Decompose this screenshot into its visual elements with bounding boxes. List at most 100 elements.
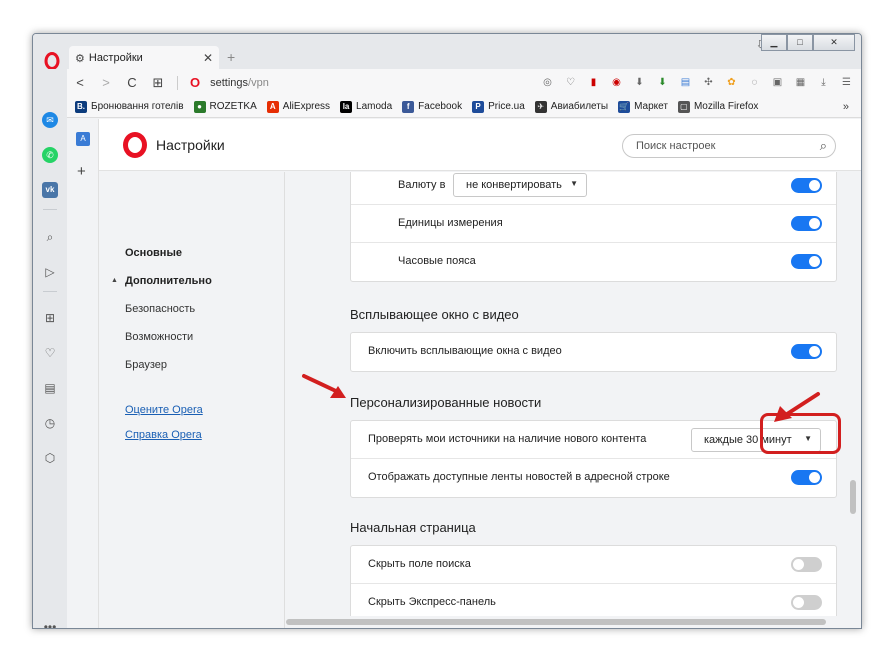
- help-opera-link[interactable]: Справка Opera: [125, 429, 202, 441]
- whatsapp-icon[interactable]: ✆: [42, 147, 58, 163]
- tab-settings[interactable]: ⚙ Настройки ✕: [69, 46, 219, 70]
- search-input[interactable]: Поиск настроек ⌕: [622, 134, 836, 158]
- region-card: Валюту в не конвертировать ▼ Единицы изм…: [350, 172, 837, 282]
- bookmark-item[interactable]: f Facebook: [402, 100, 462, 113]
- currency-value: не конвертировать: [466, 179, 562, 191]
- bookmark-item[interactable]: ● ROZETKA: [193, 100, 257, 113]
- bookmark-label: ROZETKA: [209, 101, 257, 112]
- bookmark-label: Lamoda: [356, 101, 393, 112]
- hide-speed-dial-toggle[interactable]: [791, 595, 822, 610]
- horizontal-scrollbar[interactable]: [286, 616, 845, 628]
- bookmark-favicon-icon: A: [266, 100, 279, 113]
- currency-toggle[interactable]: [791, 178, 822, 193]
- extensions-icon[interactable]: ⬡: [42, 450, 58, 466]
- downloads-icon[interactable]: ⤓: [817, 76, 830, 89]
- download-ext-icon[interactable]: ⬇: [633, 76, 646, 89]
- news-show-toggle[interactable]: [791, 470, 822, 485]
- maximize-button[interactable]: □: [787, 34, 813, 51]
- divider: [177, 75, 178, 90]
- bookmark-ext-icon[interactable]: ▮: [587, 76, 600, 89]
- image-ext-icon[interactable]: ▣: [771, 76, 784, 89]
- add-icon[interactable]: +: [77, 163, 86, 180]
- minimize-button[interactable]: ▁: [761, 34, 787, 51]
- history-icon[interactable]: ◷: [42, 415, 58, 431]
- nav-advanced[interactable]: Дополнительно: [125, 275, 212, 287]
- dropdown-arrow-icon: ▼: [570, 179, 578, 188]
- translate-icon[interactable]: ▤: [679, 76, 692, 89]
- bookmark-item[interactable]: la Lamoda: [340, 100, 393, 113]
- news-check-label: Проверять мои источники на наличие новог…: [368, 433, 647, 445]
- green-down-icon[interactable]: ⬇: [656, 76, 669, 89]
- opera-logo-icon[interactable]: [43, 52, 61, 70]
- vk-icon[interactable]: vk: [42, 182, 58, 198]
- vertical-scrollbar[interactable]: [847, 172, 859, 616]
- tabs-grid-icon[interactable]: ⊞: [145, 75, 171, 91]
- bookmark-item[interactable]: B. Бронювання готелів: [75, 100, 184, 113]
- grid-ext-icon[interactable]: ▦: [794, 76, 807, 89]
- sidebar: ✉ ✆ vk ⌕ ▷ ⊞ ♡ ▤ ◷ ⬡ •••: [33, 69, 67, 628]
- search-icon[interactable]: ⌕: [42, 229, 58, 245]
- send-icon[interactable]: ▷: [42, 264, 58, 280]
- units-label: Единицы измерения: [398, 217, 503, 229]
- more-icon[interactable]: •••: [42, 619, 58, 628]
- bookmark-item[interactable]: P Price.ua: [472, 100, 525, 113]
- chat-icon[interactable]: ◌: [748, 76, 761, 89]
- nav-security[interactable]: Безопасность: [125, 303, 195, 315]
- page-header: Настройки Поиск настроек ⌕: [99, 119, 861, 171]
- messenger-icon[interactable]: ✉: [42, 112, 58, 128]
- bookmark-favicon-icon: la: [340, 100, 353, 113]
- annotation-arrow-right: [774, 392, 820, 422]
- scrollbar-thumb[interactable]: [286, 619, 826, 625]
- puzzle-icon[interactable]: ✣: [702, 76, 715, 89]
- camera-icon[interactable]: ◎: [541, 76, 554, 89]
- url-path: /vpn: [248, 76, 269, 89]
- adblock-icon[interactable]: ◉: [610, 76, 623, 89]
- reload-button[interactable]: C: [119, 75, 145, 90]
- translate-icon[interactable]: A: [76, 132, 90, 146]
- news-icon[interactable]: ▤: [42, 380, 58, 396]
- heart-icon[interactable]: ♡: [564, 76, 577, 89]
- back-button[interactable]: <: [67, 75, 93, 90]
- bookmark-item[interactable]: ✈ Авиабилеты: [534, 100, 609, 113]
- news-section-title: Персонализированные новости: [350, 395, 542, 410]
- page-title: Настройки: [156, 137, 225, 153]
- extension-icons: ◎ ♡ ▮ ◉ ⬇ ⬇ ▤ ✣ ✿ ◌ ▣ ▦ ⤓ ☰: [541, 76, 861, 89]
- yellow-ext-icon[interactable]: ✿: [725, 76, 738, 89]
- heart-icon[interactable]: ♡: [42, 345, 58, 361]
- units-row: Единицы измерения: [351, 205, 836, 243]
- bookmark-favicon-icon: ●: [193, 100, 206, 113]
- nav-features[interactable]: Возможности: [125, 331, 193, 343]
- bookmark-item[interactable]: A AliExpress: [266, 100, 330, 113]
- opera-url-icon: O: [190, 75, 201, 90]
- bookmarks-bar: B. Бронювання готелів ● ROZETKA A AliExpress l…: [67, 96, 861, 118]
- bookmark-item[interactable]: 🛒 Маркет: [618, 100, 668, 113]
- bookmarks-more-button[interactable]: »: [843, 101, 849, 113]
- nav-browser[interactable]: Браузер: [125, 359, 167, 371]
- rate-opera-link[interactable]: Оцените Opera: [125, 404, 203, 416]
- forward-button[interactable]: >: [93, 75, 119, 90]
- settings-menu-icon[interactable]: ☰: [840, 76, 853, 89]
- hide-search-label: Скрыть поле поиска: [368, 558, 471, 570]
- settings-side-column: A +: [67, 119, 99, 628]
- video-popup-toggle[interactable]: [791, 344, 822, 359]
- sidebar-divider: [43, 291, 57, 292]
- speed-dial-icon[interactable]: ⊞: [42, 310, 58, 326]
- annotation-arrow-left: [302, 374, 346, 398]
- bookmark-item[interactable]: ▢ Mozilla Firefox: [677, 100, 758, 113]
- bookmark-label: Авиабилеты: [550, 101, 609, 112]
- bookmark-favicon-icon: B.: [75, 100, 87, 113]
- new-tab-button[interactable]: +: [227, 49, 235, 65]
- currency-select[interactable]: не конвертировать ▼: [453, 173, 587, 197]
- units-toggle[interactable]: [791, 216, 822, 231]
- bookmark-favicon-icon: f: [402, 100, 415, 113]
- startpage-card: Скрыть поле поиска Скрыть Экспресс-панел…: [350, 545, 837, 616]
- tab-close-icon[interactable]: ✕: [203, 51, 213, 65]
- video-section-title: Всплывающее окно с видео: [350, 307, 519, 322]
- close-button[interactable]: ✕: [813, 34, 855, 51]
- timezones-toggle[interactable]: [791, 254, 822, 269]
- scrollbar-thumb[interactable]: [850, 480, 856, 514]
- hide-search-toggle[interactable]: [791, 557, 822, 572]
- nav-basic[interactable]: Основные: [125, 247, 182, 259]
- url-field[interactable]: settings/vpn: [210, 77, 269, 89]
- search-placeholder: Поиск настроек: [636, 140, 716, 152]
